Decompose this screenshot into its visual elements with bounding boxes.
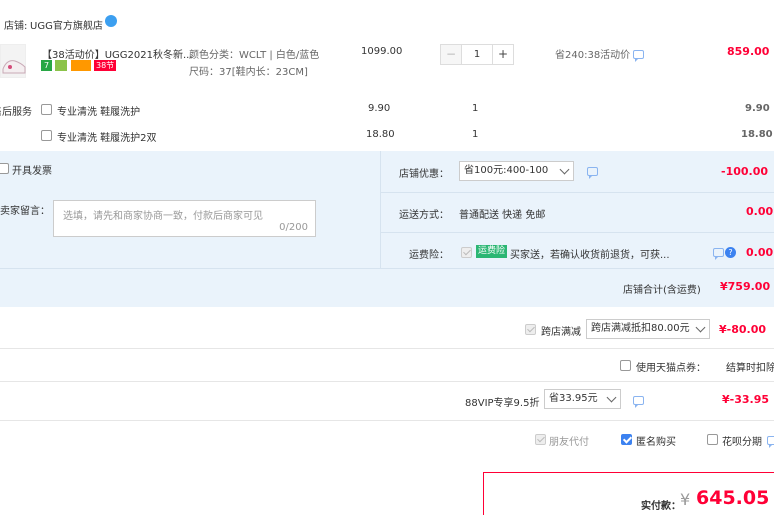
seller-message-textarea[interactable]: 选填，请先和商家协商一致，付款后商家可见 0/200 <box>53 200 316 237</box>
item-spec-size: 尺码：37[鞋内长：23CM] <box>189 67 308 78</box>
anonymous-checkbox[interactable] <box>621 434 632 445</box>
vip-select[interactable]: 省33.95元 <box>544 389 621 409</box>
service-total-1: 9.90 <box>745 103 770 114</box>
payment-label: 实付款： <box>641 501 681 512</box>
message-label: 给卖家留言： <box>0 206 50 217</box>
vip-info-icon[interactable] <box>633 396 644 408</box>
insurance-checkbox <box>461 247 472 258</box>
huabei-info-icon[interactable] <box>767 436 774 448</box>
message-placeholder: 选填，请先和商家协商一致，付款后商家可见 <box>63 211 263 222</box>
payment-box: 实付款： ¥ 645.05 <box>483 472 774 515</box>
sneaker-image <box>2 60 26 74</box>
shop-total-amount: ¥759.00 <box>720 280 771 293</box>
panel-divider <box>380 151 381 268</box>
promo-info-icon[interactable] <box>633 50 644 62</box>
cross-store-label: 跨店满减 <box>541 327 581 338</box>
insurance-desc: 买家送，若确认收货前退货，可获... <box>510 250 670 261</box>
friend-pay-checkbox <box>535 434 546 445</box>
invoice-label: 开具发票 <box>12 166 52 177</box>
tmall-points-label: 使用天猫点券： <box>636 363 706 374</box>
shop-name-link[interactable]: UGG官方旗舰店 <box>30 17 103 32</box>
service-qty-2: 1 <box>472 129 479 140</box>
payment-amount: 645.05 <box>696 487 770 509</box>
badge-guarantee-icon <box>55 60 67 71</box>
cross-store-select[interactable]: 跨店满减抵扣80.00元 <box>586 319 710 339</box>
insurance-chat-icon[interactable] <box>713 248 724 260</box>
wangwang-chat-icon[interactable] <box>105 15 117 27</box>
chevron-down-icon <box>606 392 617 403</box>
service-name-1: 专业清洗 鞋履洗护 <box>57 107 141 118</box>
tmall-points-note: 结算时扣除 <box>726 363 774 374</box>
badge-38-icon: 38节 <box>94 60 117 71</box>
item-unit-price: 1099.00 <box>361 46 403 57</box>
insurance-amount: 0.00 <box>746 246 774 259</box>
huabei-label: 花呗分期 <box>722 437 762 448</box>
chevron-down-icon <box>559 164 570 175</box>
services-label: 售后服务 <box>0 107 32 118</box>
friend-pay-label: 朋友代付 <box>549 437 589 448</box>
quantity-input[interactable]: 1 <box>462 44 492 65</box>
item-spec-color: 颜色分类：WCLT | 白色/蓝色 <box>189 50 320 61</box>
service-checkbox-2[interactable] <box>41 130 52 141</box>
huabei-checkbox[interactable] <box>707 434 718 445</box>
shop-total-label: 店铺合计(含运费) <box>623 285 701 296</box>
invoice-checkbox[interactable] <box>0 163 9 174</box>
cross-store-amount: ¥-80.00 <box>719 323 767 336</box>
insurance-tag: 运费险 <box>476 245 508 258</box>
shop-discount-select[interactable]: 省100元:400-100 <box>459 161 574 181</box>
vip-label: 88VIP专享9.5折 <box>465 398 540 409</box>
message-counter: 0/200 <box>279 222 308 233</box>
shipping-label: 运送方式： <box>399 210 449 221</box>
discount-info-icon[interactable] <box>587 167 598 179</box>
shop-discount-label: 店铺优惠： <box>399 169 449 180</box>
quantity-minus-button[interactable]: − <box>440 44 462 65</box>
service-total-2: 18.80 <box>741 129 773 140</box>
divider <box>0 420 774 421</box>
panel-row-divider-2 <box>380 232 774 233</box>
payment-currency: ¥ <box>680 490 691 509</box>
shop-discount-amount: -100.00 <box>721 165 769 178</box>
service-price-2: 18.80 <box>366 129 395 140</box>
service-name-2: 专业清洗 鞋履洗护2双 <box>57 133 157 144</box>
chevron-down-icon <box>695 322 706 333</box>
insurance-help-icon[interactable]: ? <box>725 247 736 258</box>
product-thumbnail[interactable] <box>0 44 26 78</box>
item-promo-text: 省240:38活动价 <box>555 50 631 61</box>
tmall-points-checkbox[interactable] <box>620 360 631 371</box>
panel-row-divider <box>380 192 774 193</box>
service-qty-1: 1 <box>472 103 479 114</box>
shop-label: 店铺: <box>4 21 28 32</box>
divider <box>0 348 774 349</box>
badge-coupon-icon <box>71 60 91 71</box>
badge-seven-day-icon: 7 <box>41 60 52 71</box>
item-title-link[interactable]: 【38活动价】UGG2021秋冬新... <box>42 46 193 61</box>
vip-amount: ¥-33.95 <box>722 393 770 406</box>
quantity-plus-button[interactable]: + <box>492 44 514 65</box>
shipping-amount: 0.00 <box>746 205 774 218</box>
panel-total-divider <box>0 268 774 269</box>
service-checkbox-1[interactable] <box>41 104 52 115</box>
shipping-value: 普通配送 快递 免邮 <box>459 210 546 221</box>
anonymous-label: 匿名购买 <box>636 437 676 448</box>
insurance-label: 运费险： <box>409 250 449 261</box>
cross-store-checkbox <box>525 324 536 335</box>
item-subtotal: 859.00 <box>727 45 770 58</box>
divider <box>0 381 774 382</box>
service-price-1: 9.90 <box>368 103 391 114</box>
